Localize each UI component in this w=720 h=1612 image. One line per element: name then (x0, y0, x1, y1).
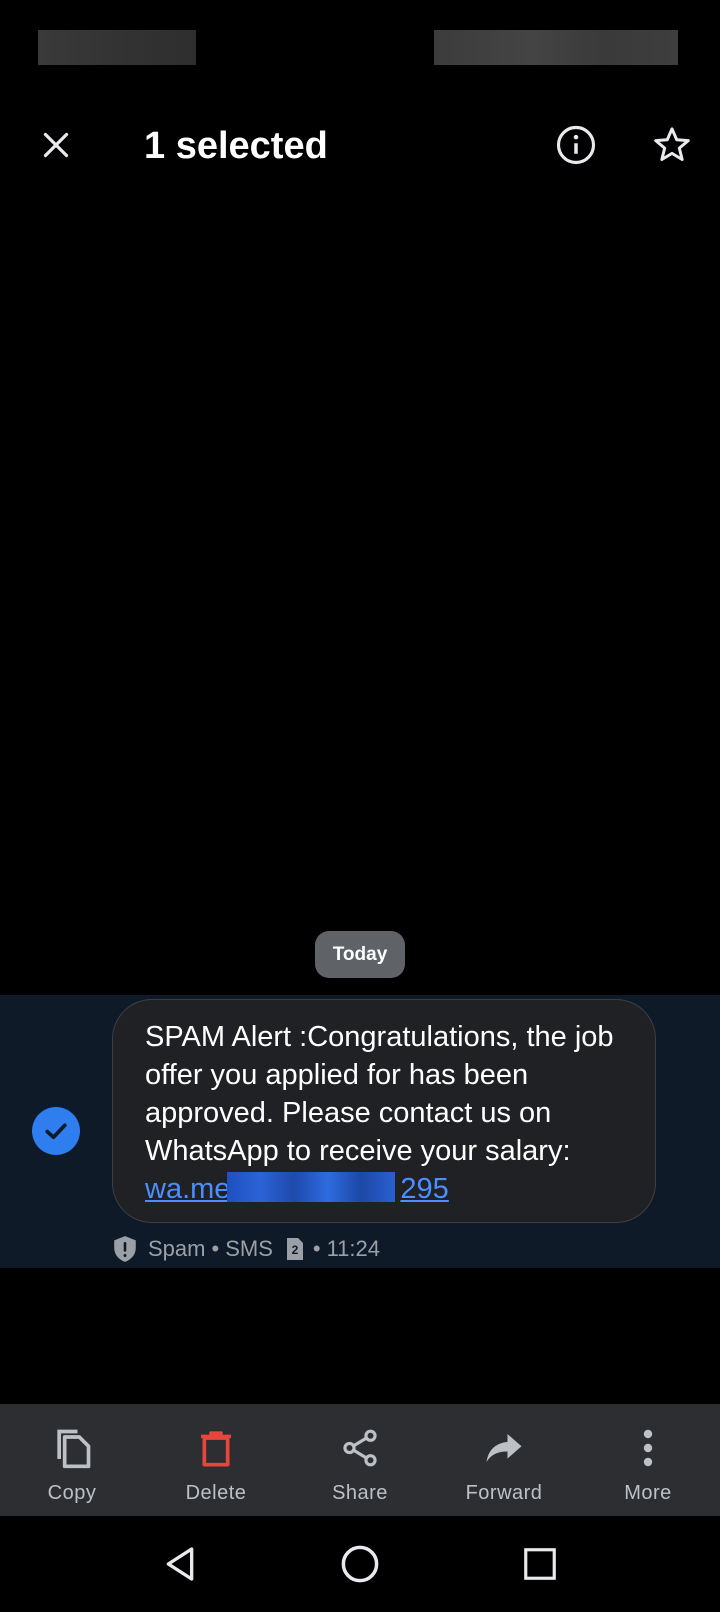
selection-action-bar: 1 selected (0, 100, 720, 190)
forward-label: Forward (465, 1482, 543, 1504)
selection-count-title: 1 selected (144, 125, 328, 167)
info-icon (556, 125, 596, 165)
message-meta: Spam • SMS 2 • 11:24 (112, 1235, 386, 1263)
spam-shield-icon (114, 1236, 136, 1262)
selection-toolbar: Copy Delete Share Forward More (0, 1404, 720, 1516)
close-selection-button[interactable] (28, 117, 84, 173)
message-link-prefix: wa.me (145, 1173, 231, 1205)
message-bubble[interactable]: SPAM Alert :Congratulations, the job off… (112, 999, 656, 1223)
message-info-button[interactable] (548, 117, 604, 173)
status-bar (0, 0, 720, 90)
star-icon (654, 127, 690, 162)
back-triangle-icon (166, 1547, 194, 1581)
delete-label: Delete (185, 1482, 247, 1504)
share-button[interactable]: Share (288, 1404, 432, 1516)
sim-card-icon: 2 (286, 1238, 303, 1260)
home-circle-icon (341, 1545, 379, 1583)
message-text: SPAM Alert :Congratulations, the job off… (145, 1021, 614, 1167)
meta-spam-label: Spam (148, 1236, 206, 1261)
copy-button[interactable]: Copy (0, 1404, 144, 1516)
message-link[interactable]: wa.me 295 (145, 1170, 449, 1208)
more-button[interactable]: More (576, 1404, 720, 1516)
status-bar-time-redacted (38, 30, 196, 65)
delete-icon (201, 1431, 231, 1467)
close-icon (43, 132, 69, 158)
recents-square-icon (524, 1548, 556, 1580)
date-separator-chip: Today (315, 931, 405, 978)
meta-time: 11:24 (326, 1236, 380, 1261)
more-label: More (624, 1482, 672, 1504)
forward-button[interactable]: Forward (432, 1404, 576, 1516)
copy-icon (57, 1429, 91, 1469)
share-label: Share (332, 1482, 388, 1504)
forward-icon (486, 1434, 522, 1462)
meta-type: SMS (225, 1236, 273, 1261)
status-bar-icons-redacted (434, 30, 678, 65)
star-message-button[interactable] (644, 117, 700, 173)
nav-back-button[interactable] (156, 1540, 204, 1588)
meta-separator: • (211, 1236, 220, 1261)
nav-recents-button[interactable] (516, 1540, 564, 1588)
selected-checkmark[interactable] (32, 1107, 80, 1155)
selected-message-row[interactable]: SPAM Alert :Congratulations, the job off… (0, 995, 720, 1268)
system-navigation-bar (0, 1516, 720, 1612)
nav-home-button[interactable] (336, 1540, 384, 1588)
meta-separator-2: • (312, 1236, 321, 1261)
more-vertical-icon (643, 1429, 653, 1467)
link-redaction (227, 1172, 395, 1202)
message-link-suffix: 295 (400, 1173, 449, 1205)
check-icon (45, 1123, 67, 1140)
copy-label: Copy (47, 1482, 97, 1504)
delete-button[interactable]: Delete (144, 1404, 288, 1516)
share-icon (343, 1429, 377, 1467)
sim-number: 2 (292, 1243, 299, 1257)
